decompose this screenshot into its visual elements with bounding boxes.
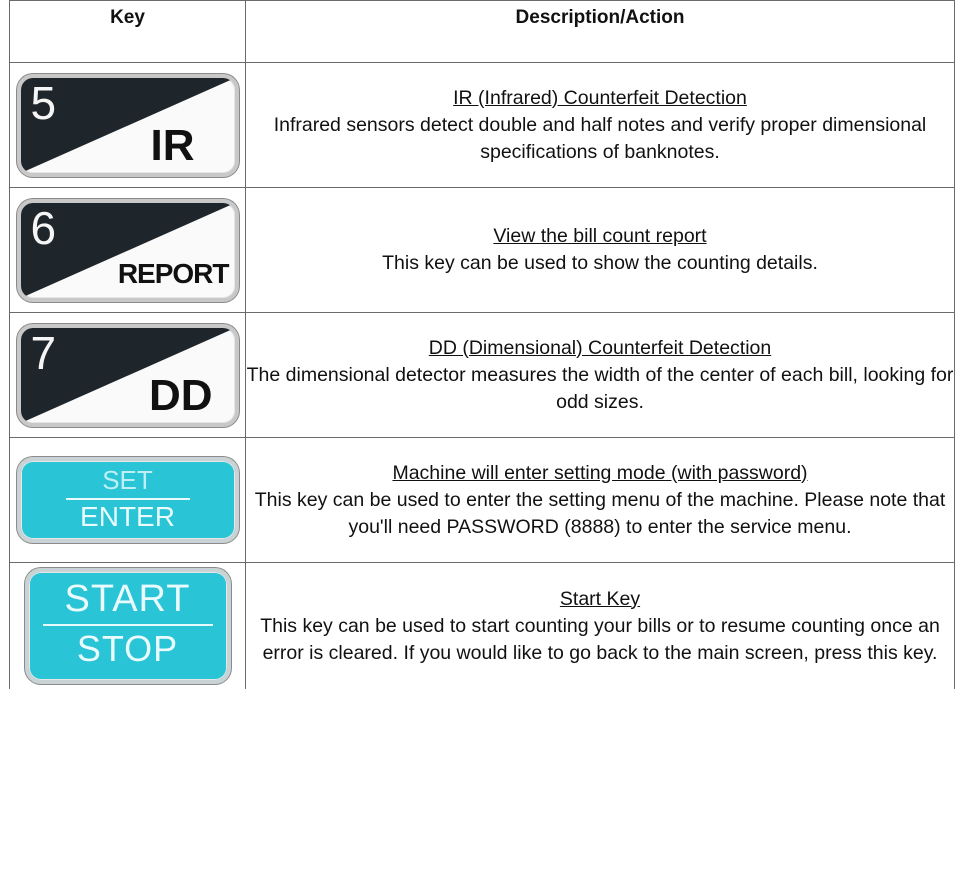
start-stop-key-icon: START STOP bbox=[24, 568, 231, 684]
table-row: SET ENTER Machine will enter setting mod… bbox=[9, 437, 955, 563]
row-title: IR (Infrared) Counterfeit Detection bbox=[453, 86, 747, 109]
set-enter-key-icon: SET ENTER bbox=[16, 457, 239, 543]
dd-key-icon: 7 DD bbox=[16, 323, 239, 427]
table-row: 5 IR IR (Infrared) Counterfeit Detection… bbox=[9, 62, 955, 188]
row-description: This key can be used to enter the settin… bbox=[254, 488, 946, 538]
row-description: Infrared sensors detect double and half … bbox=[273, 113, 927, 163]
header-row: Key Description/Action bbox=[9, 0, 955, 63]
key-description-table: Key Description/Action 5 IR IR (Infrared… bbox=[9, 0, 955, 689]
row-title: View the bill count report bbox=[493, 225, 707, 247]
ir-key-icon: 5 IR bbox=[16, 73, 239, 177]
header-key: Key bbox=[9, 0, 246, 63]
header-description: Description/Action bbox=[245, 0, 955, 63]
row-title: Start Key bbox=[559, 587, 641, 610]
table-row: 7 DD DD (Dimensional) Counterfeit Detect… bbox=[9, 312, 955, 438]
report-key-icon: 6 REPORT bbox=[16, 198, 239, 302]
table-row: 6 REPORT View the bill count report This… bbox=[9, 187, 955, 313]
row-title: DD (Dimensional) Counterfeit Detection bbox=[428, 336, 772, 359]
row-description: This key can be used to start counting y… bbox=[260, 614, 940, 664]
row-description: The dimensional detector measures the wi… bbox=[246, 363, 954, 413]
table-row: START STOP Start Key This key can be use… bbox=[9, 562, 955, 689]
row-title: Machine will enter setting mode (with pa… bbox=[392, 461, 808, 484]
row-description: This key can be used to show the countin… bbox=[382, 252, 818, 274]
